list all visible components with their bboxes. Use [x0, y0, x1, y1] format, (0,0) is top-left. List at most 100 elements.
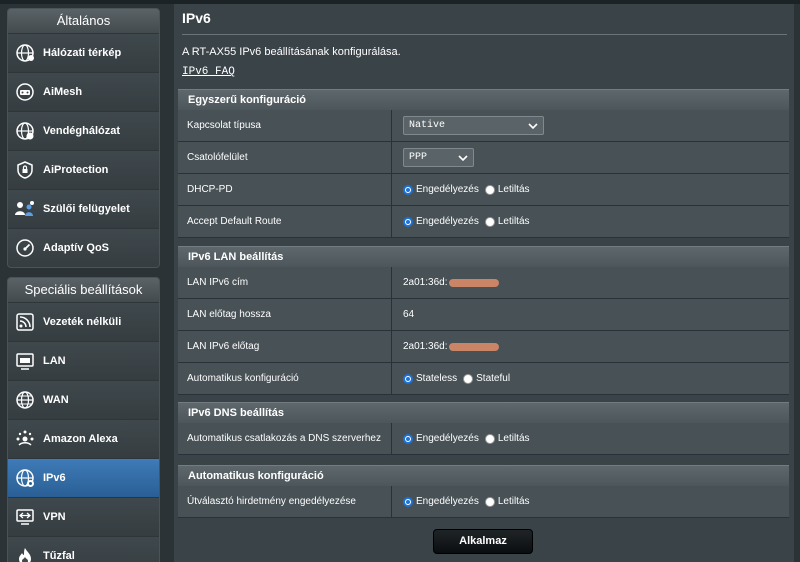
sidebar-item-ipv6[interactable]: IPv6	[8, 458, 159, 497]
auto-dns-disable-radio[interactable]: Letiltás	[484, 433, 530, 444]
sidebar-item-aimesh[interactable]: AiMesh	[8, 72, 159, 111]
accept-route-disable-radio[interactable]: Letiltás	[484, 216, 530, 227]
sidebar-item-label: Vendéghálózat	[43, 125, 121, 137]
fire-icon	[13, 544, 37, 562]
lan-ipv6-address-row: LAN IPv6 cím 2a01:36d:	[178, 267, 789, 299]
lan-prefix-length-label: LAN előtag hossza	[178, 299, 392, 330]
lan-prefix-length-value: 64	[403, 309, 415, 320]
auto-dns-row: Automatikus csatlakozás a DNS szerverhez…	[178, 423, 789, 455]
interface-label: Csatolófelület	[178, 142, 392, 173]
sidebar-item-wireless[interactable]: Vezeték nélküli	[8, 302, 159, 341]
radio-label: Engedélyezés	[416, 184, 479, 195]
radio-unselected	[484, 216, 495, 227]
lan-icon	[13, 349, 37, 373]
connection-type-row: Kapcsolat típusa Native	[178, 110, 789, 142]
radio-selected	[403, 184, 413, 195]
title-divider	[182, 34, 787, 35]
router-adv-enable-radio[interactable]: Engedélyezés	[403, 496, 479, 507]
ipv6-faq-link[interactable]: IPv6 FAQ	[182, 66, 235, 78]
sidebar-item-label: Tűzfal	[43, 550, 75, 562]
sidebar-item-aiprotection[interactable]: AiProtection	[8, 150, 159, 189]
page-title: IPv6	[182, 10, 211, 26]
main-panel: IPv6 A RT-AX55 IPv6 beállításának konfig…	[174, 4, 794, 562]
radio-label: Stateless	[416, 373, 458, 384]
radio-unselected	[484, 184, 495, 195]
section-ipv6-dns: IPv6 DNS beállítás Automatikus csatlakoz…	[178, 402, 789, 455]
auto-config-row: Automatikus konfiguráció Stateless State…	[178, 363, 789, 395]
section-ipv6-dns-title: IPv6 DNS beállítás	[178, 402, 789, 423]
sidebar: Általános Hálózati térkép AiMesh Vendégh…	[7, 8, 160, 562]
sidebar-item-label: VPN	[43, 511, 66, 523]
page-description: A RT-AX55 IPv6 beállításának konfigurálá…	[182, 46, 401, 58]
guest-network-icon	[13, 119, 37, 143]
auto-dns-label: Automatikus csatlakozás a DNS szerverhez	[178, 423, 392, 454]
sidebar-item-lan[interactable]: LAN	[8, 341, 159, 380]
aimesh-icon	[13, 80, 37, 104]
interface-select[interactable]: PPP	[403, 148, 474, 167]
lan-ipv6-address-label: LAN IPv6 cím	[178, 267, 392, 298]
connection-type-value: Native	[409, 120, 446, 131]
sidebar-item-label: IPv6	[43, 472, 66, 484]
stateless-radio[interactable]: Stateless	[403, 373, 457, 384]
dhcp-pd-disable-radio[interactable]: Letiltás	[484, 184, 530, 195]
globe-icon	[13, 41, 37, 65]
chevron-down-icon	[528, 121, 538, 135]
section-basic-config: Egyszerű konfiguráció Kapcsolat típusa N…	[178, 89, 789, 238]
shield-lock-icon	[13, 158, 37, 182]
radio-selected	[403, 496, 413, 507]
sidebar-item-label: Vezeték nélküli	[43, 316, 122, 328]
radio-label: Engedélyezés	[416, 216, 479, 227]
globe-icon	[13, 388, 37, 412]
router-advertisement-label: Útválasztó hirdetmény engedélyezése	[178, 486, 392, 517]
lan-ipv6-address-value: 2a01:36d:	[403, 277, 448, 288]
parental-icon	[13, 197, 37, 221]
ipv6-globe-icon	[13, 466, 37, 490]
alexa-icon	[13, 427, 37, 451]
accept-default-route-row: Accept Default Route Engedélyezés Letilt…	[178, 206, 789, 238]
auto-config-label: Automatikus konfiguráció	[178, 363, 392, 394]
sidebar-item-vpn[interactable]: VPN	[8, 497, 159, 536]
sidebar-item-network-map[interactable]: Hálózati térkép	[8, 33, 159, 72]
sidebar-general-title: Általános	[8, 9, 159, 33]
redacted-block	[448, 342, 499, 351]
accept-route-enable-radio[interactable]: Engedélyezés	[403, 216, 479, 227]
radio-label: Engedélyezés	[416, 496, 479, 507]
sidebar-item-label: AiProtection	[43, 164, 109, 176]
radio-selected	[403, 433, 413, 444]
connection-type-select[interactable]: Native	[403, 116, 544, 135]
dhcp-pd-enable-radio[interactable]: Engedélyezés	[403, 184, 479, 195]
radio-label: Letiltás	[497, 496, 530, 507]
radio-label: Letiltás	[497, 216, 530, 227]
lan-ipv6-prefix-row: LAN IPv6 előtag 2a01:36d:	[178, 331, 789, 363]
sidebar-item-label: Amazon Alexa	[43, 433, 118, 445]
sidebar-advanced-title: Speciális beállítások	[8, 278, 159, 302]
sidebar-item-amazon-alexa[interactable]: Amazon Alexa	[8, 419, 159, 458]
sidebar-item-label: AiMesh	[43, 86, 83, 98]
sidebar-item-adaptive-qos[interactable]: Adaptív QoS	[8, 228, 159, 267]
wifi-icon	[13, 310, 37, 334]
section-auto-config: Automatikus konfiguráció Útválasztó hird…	[178, 465, 789, 518]
sidebar-general-group: Általános Hálózati térkép AiMesh Vendégh…	[7, 8, 160, 268]
router-adv-disable-radio[interactable]: Letiltás	[484, 496, 530, 507]
apply-button[interactable]: Alkalmaz	[433, 529, 533, 554]
lan-ipv6-prefix-label: LAN IPv6 előtag	[178, 331, 392, 362]
section-auto-config-title: Automatikus konfiguráció	[178, 465, 789, 486]
stateful-radio[interactable]: Stateful	[463, 373, 510, 384]
sidebar-item-firewall[interactable]: Tűzfal	[8, 536, 159, 562]
accept-default-route-label: Accept Default Route	[178, 206, 392, 237]
sidebar-item-wan[interactable]: WAN	[8, 380, 159, 419]
sidebar-advanced-group: Speciális beállítások Vezeték nélküli LA…	[7, 277, 160, 562]
interface-value: PPP	[409, 152, 428, 163]
redacted-block	[448, 278, 499, 287]
sidebar-item-label: LAN	[43, 355, 66, 367]
sidebar-item-guest-network[interactable]: Vendéghálózat	[8, 111, 159, 150]
radio-selected	[403, 216, 413, 227]
lan-prefix-length-row: LAN előtag hossza 64	[178, 299, 789, 331]
auto-dns-enable-radio[interactable]: Engedélyezés	[403, 433, 479, 444]
sidebar-item-parental-controls[interactable]: Szülői felügyelet	[8, 189, 159, 228]
sidebar-item-label: WAN	[43, 394, 69, 406]
router-advertisement-row: Útválasztó hirdetmény engedélyezése Enge…	[178, 486, 789, 518]
chevron-down-icon	[458, 153, 468, 167]
lan-ipv6-prefix-value: 2a01:36d:	[403, 341, 448, 352]
radio-unselected	[484, 433, 495, 444]
